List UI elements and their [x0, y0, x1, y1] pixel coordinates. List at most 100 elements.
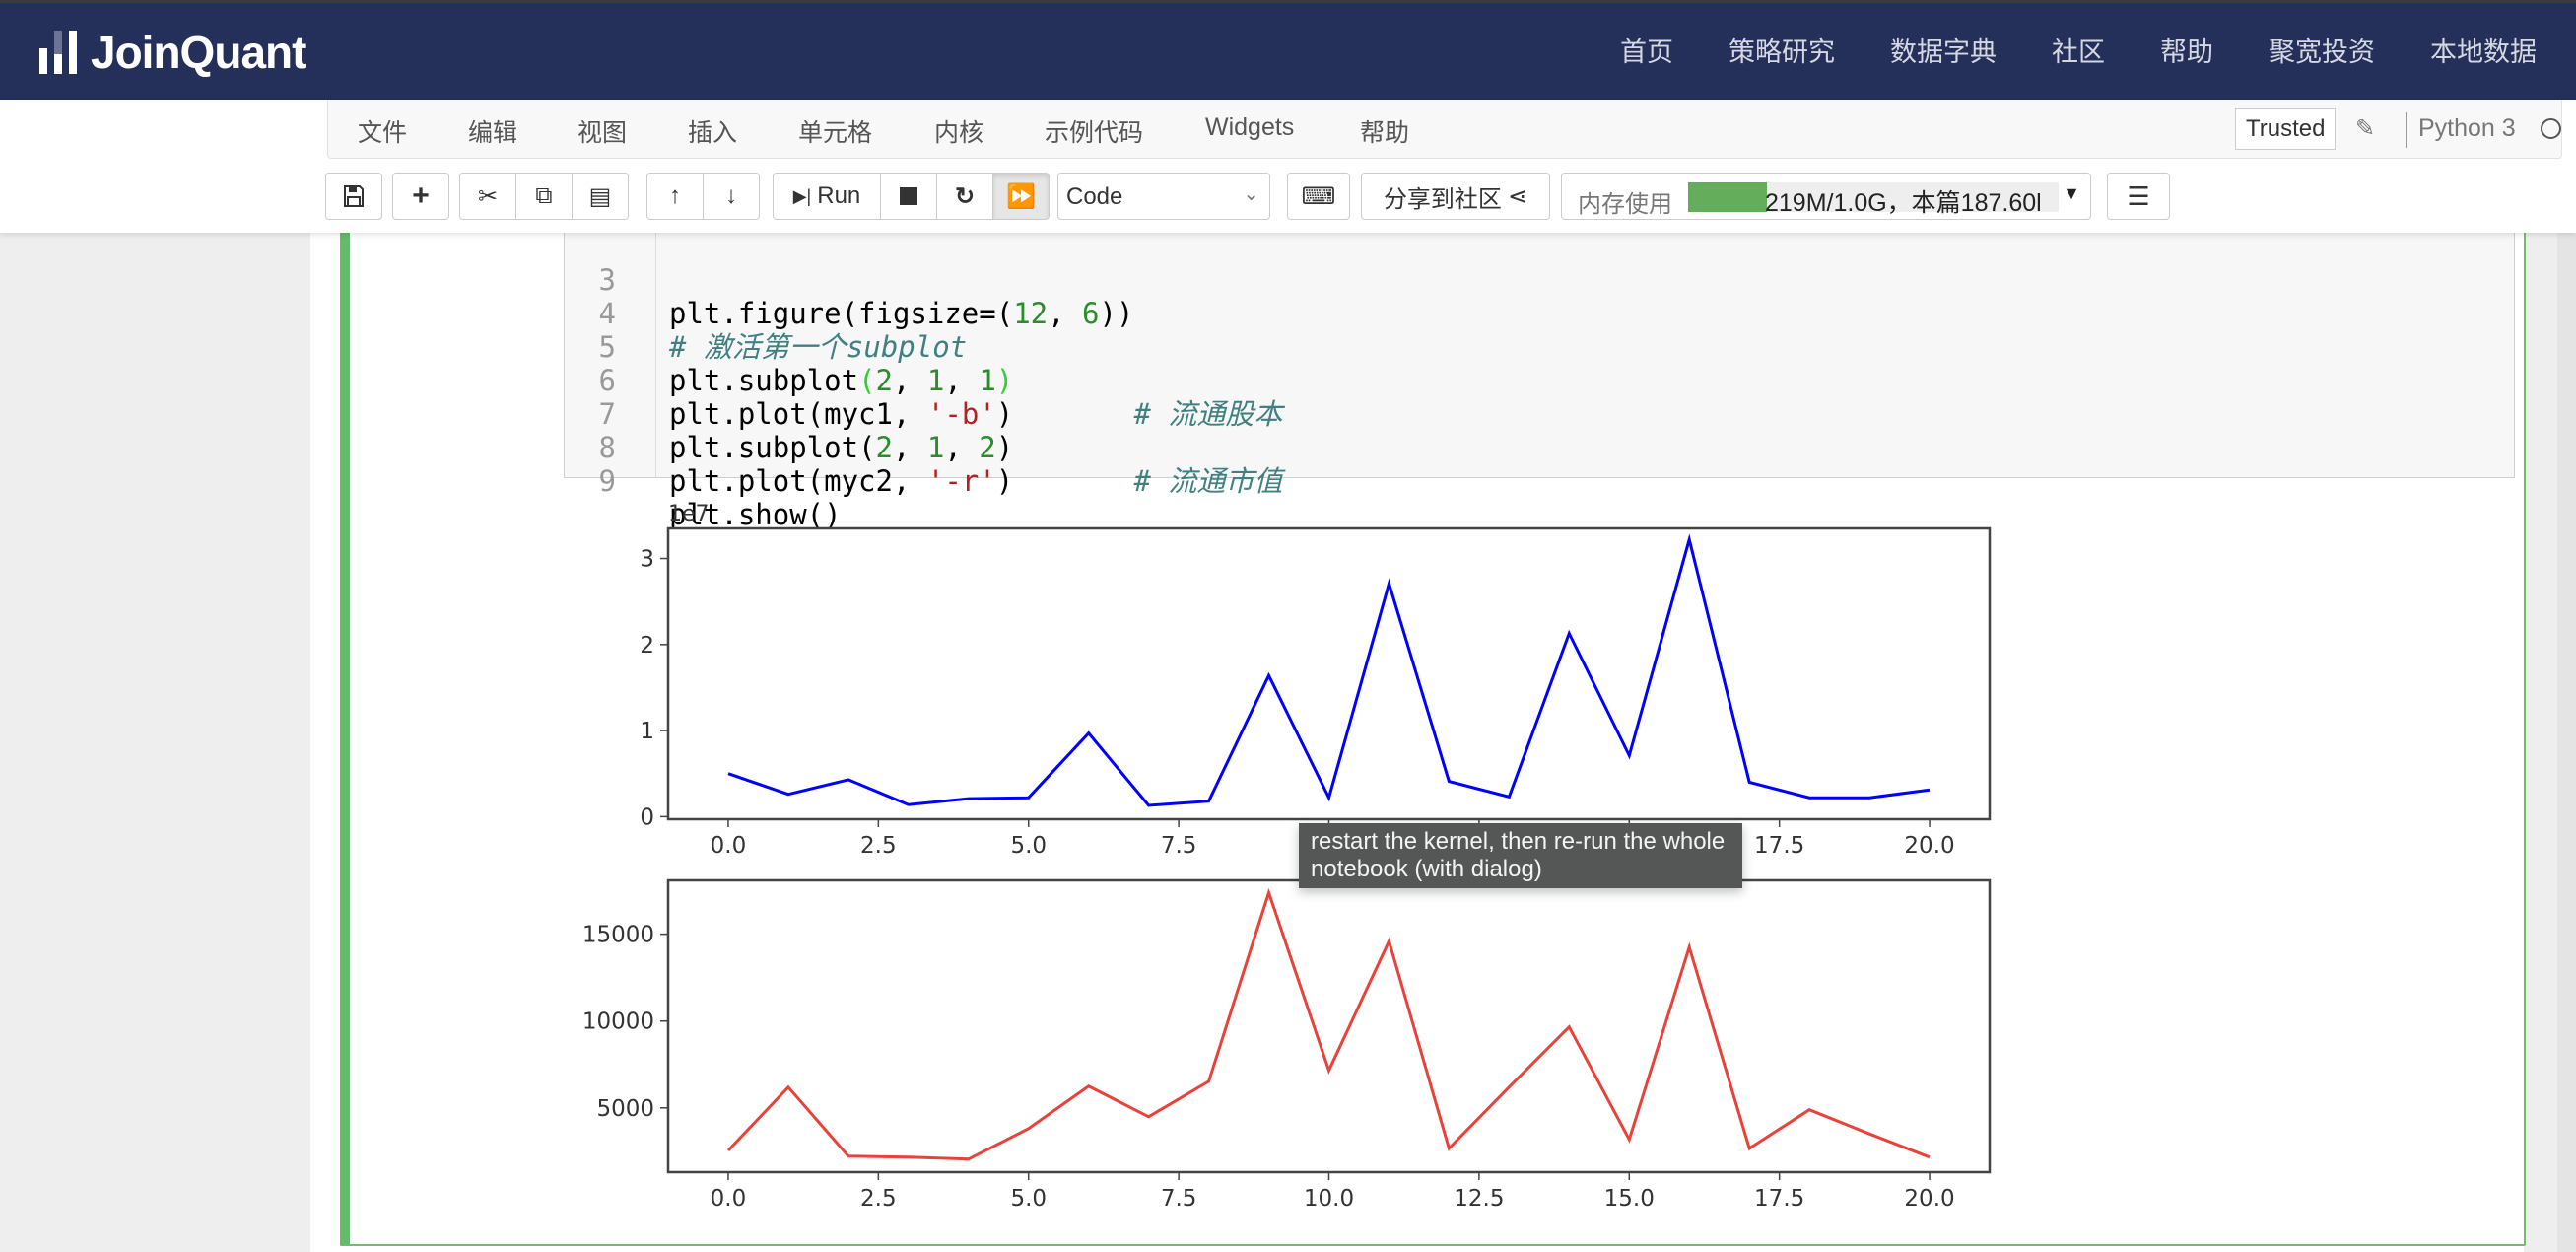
memory-progress-fill	[1688, 182, 1768, 212]
run-label: Run	[817, 182, 861, 209]
table-of-contents-button[interactable]: ☰	[2107, 173, 2170, 220]
scrollbar-track[interactable]	[2557, 233, 2576, 1252]
tooltip: restart the kernel, then re-run the whol…	[1299, 823, 1742, 888]
axes-frame-1	[666, 526, 1992, 821]
menu-insert[interactable]: 插入	[688, 113, 737, 149]
y-tick-label: 3	[640, 547, 654, 573]
kernel-name: Python 3	[2418, 114, 2516, 142]
code-editor[interactable]: 3 plt.figure(figsize=(12, 6)) 4 # 激活第一个s…	[564, 217, 2515, 531]
kernel-separator	[2406, 112, 2407, 148]
interrupt-kernel-button[interactable]	[880, 173, 937, 220]
y-tick-label: 10000	[582, 1009, 654, 1035]
x-tick-label: 17.5	[1754, 833, 1804, 859]
move-up-button[interactable]: ↑	[646, 173, 704, 220]
copy-button[interactable]: ⧉	[515, 173, 573, 220]
main-nav: 首页 策略研究 数据字典 社区 帮助 聚宽投资 本地数据	[1565, 33, 2537, 72]
top-navbar: JoinQuant 首页 策略研究 数据字典 社区 帮助 聚宽投资 本地数据	[0, 0, 2576, 100]
menu-help[interactable]: 帮助	[1360, 113, 1409, 149]
code-line: 7 plt.subplot(2, 1, 2)	[565, 364, 1014, 464]
plus-icon: +	[412, 179, 430, 212]
code-line: 9 plt.show()	[565, 431, 842, 531]
logo-bars-icon	[39, 31, 77, 74]
left-gutter	[0, 233, 310, 1252]
command-palette-button[interactable]: ⌨	[1287, 173, 1350, 220]
list-icon: ☰	[2127, 180, 2150, 211]
output-figure: 0.0 2.5 5.0 7.5 10.0 12.5 15.0 17.5 20.0 0 1 2 3 1e7 0…	[582, 502, 1992, 1212]
run-button[interactable]: ▶| Run	[773, 173, 881, 220]
x-tick-label: 2.5	[860, 833, 897, 859]
cell-type-value: Code	[1066, 183, 1123, 210]
x-tick-label: 15.0	[1604, 1186, 1655, 1212]
nav-home[interactable]: 首页	[1620, 33, 1673, 72]
code-line: 5 plt.subplot(2, 1, 1)	[565, 297, 1014, 397]
tooltip-line-1: restart the kernel, then re-run the whol…	[1311, 828, 1726, 855]
y-offset-label: 1e7	[668, 502, 710, 526]
paste-icon: ▤	[588, 182, 612, 210]
brand-name: JoinQuant	[91, 27, 306, 78]
x-tick-label: 0.0	[711, 1186, 747, 1212]
code-line: 3 plt.figure(figsize=(12, 6))	[565, 230, 1134, 330]
code-line: 8 plt.plot(myc2, '-r') # 流通市值	[565, 397, 1283, 498]
x-tick-label: 17.5	[1754, 1186, 1804, 1212]
y-tick-label: 15000	[582, 923, 654, 948]
x-tick-label: 20.0	[1904, 1186, 1954, 1212]
menu-file[interactable]: 文件	[358, 113, 407, 149]
pencil-icon[interactable]: ✎	[2355, 114, 2375, 143]
share-icon: ⋖	[1507, 182, 1528, 210]
tooltip-line-2: notebook (with dialog)	[1311, 856, 1542, 882]
cut-button[interactable]: ✂	[459, 173, 516, 220]
memory-label: 内存使用	[1578, 191, 1672, 218]
nav-joinquant-invest[interactable]: 聚宽投资	[2269, 33, 2375, 72]
nav-local-data[interactable]: 本地数据	[2430, 33, 2537, 72]
nav-community[interactable]: 社区	[2052, 33, 2105, 72]
paste-button[interactable]: ▤	[572, 173, 629, 220]
caret-down-icon: ▼	[2063, 183, 2080, 203]
x-tick-label: 2.5	[860, 1186, 897, 1212]
move-down-button[interactable]: ↓	[703, 173, 760, 220]
restart-kernel-button[interactable]: ↻	[936, 173, 993, 220]
menu-edit[interactable]: 编辑	[468, 113, 517, 149]
code-line: 6 plt.plot(myc1, '-b') # 流通股本	[565, 330, 1283, 431]
y-tick-label: 2	[640, 633, 654, 659]
menu-view[interactable]: 视图	[577, 113, 627, 149]
restart-icon: ↻	[954, 182, 976, 210]
share-to-community-button[interactable]: 分享到社区 ⋖	[1361, 173, 1550, 220]
nav-strategy-research[interactable]: 策略研究	[1729, 33, 1835, 72]
menu-kernel[interactable]: 内核	[934, 113, 983, 149]
menubar: 文件 编辑 视图 插入 单元格 内核 示例代码 Widgets 帮助	[327, 100, 2562, 159]
memory-usage-dropdown[interactable]: 内存使用 219M/1.0G，本篇187.60l ▼	[1561, 173, 2091, 220]
scissors-icon: ✂	[477, 182, 499, 210]
kernel-idle-indicator-icon	[2541, 118, 2561, 139]
restart-run-all-button[interactable]: ⏩	[992, 173, 1050, 220]
y-tick-label: 5000	[596, 1096, 654, 1122]
menu-example-code[interactable]: 示例代码	[1045, 113, 1143, 149]
keyboard-icon: ⌨	[1301, 182, 1336, 210]
arrow-down-icon: ↓	[725, 182, 737, 209]
x-tick-label: 20.0	[1904, 833, 1954, 859]
nav-data-dictionary[interactable]: 数据字典	[1890, 33, 1997, 72]
x-tick-label: 0.0	[711, 833, 747, 859]
insert-cell-button[interactable]: +	[392, 173, 449, 220]
menu-cell[interactable]: 单元格	[798, 113, 872, 149]
chevron-down-icon: ⌄	[1243, 183, 1259, 205]
y-tick-label: 1	[640, 719, 654, 744]
joinquant-logo[interactable]: JoinQuant	[39, 25, 306, 80]
step-forward-icon: ▶|	[792, 185, 812, 206]
trusted-badge[interactable]: Trusted	[2235, 108, 2337, 150]
axes-frame-2	[666, 878, 1992, 1174]
x-tick-label: 5.0	[1010, 833, 1047, 859]
save-button[interactable]	[325, 173, 382, 220]
menu-widgets[interactable]: Widgets	[1205, 113, 1294, 142]
share-label: 分享到社区	[1383, 185, 1502, 213]
code-line: 4 # 激活第一个subplot	[565, 263, 968, 364]
arrow-up-icon: ↑	[669, 182, 681, 209]
x-tick-label: 7.5	[1161, 833, 1197, 859]
memory-progress-bar: 219M/1.0G，本篇187.60l	[1688, 182, 2059, 217]
floppy-disk-icon	[344, 185, 364, 207]
nav-help[interactable]: 帮助	[2160, 33, 2213, 72]
stop-icon	[900, 187, 917, 205]
x-tick-label: 10.0	[1304, 1186, 1354, 1212]
copy-icon: ⧉	[535, 182, 553, 209]
cell-type-select[interactable]: Code ⌄	[1057, 173, 1270, 220]
x-tick-label: 7.5	[1161, 1186, 1197, 1212]
